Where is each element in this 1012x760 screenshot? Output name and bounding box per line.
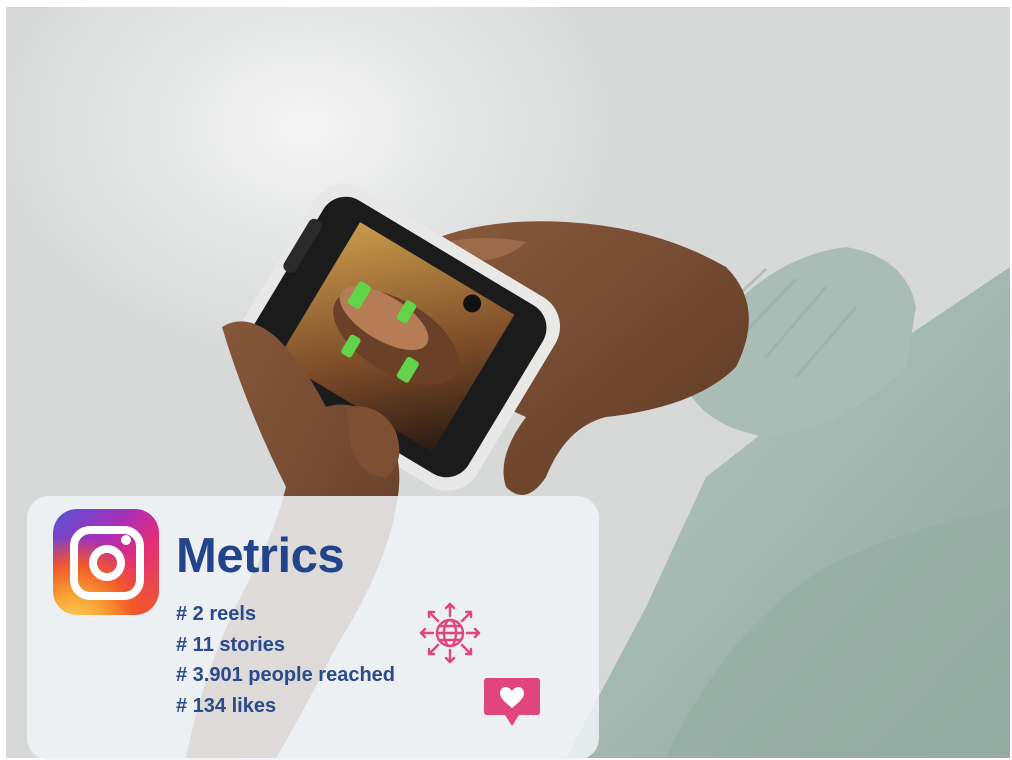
metrics-title: Metrics bbox=[176, 529, 345, 583]
camera-flash-dot bbox=[121, 535, 131, 545]
instagram-logo-icon bbox=[53, 509, 159, 615]
metric-likes: # 134 likes bbox=[176, 695, 277, 717]
globe-arrows-icon bbox=[419, 602, 481, 664]
heart-notification-icon bbox=[484, 678, 540, 726]
metric-reels: # 2 reels bbox=[176, 603, 257, 625]
camera-lens-shape bbox=[89, 545, 125, 581]
metric-stories: # 11 stories bbox=[176, 634, 285, 656]
metric-people-reached: # 3.901 people reached bbox=[176, 664, 396, 686]
promo-graphic: Metrics # 2 reels # 11 stories # 3.901 p… bbox=[0, 0, 1012, 760]
